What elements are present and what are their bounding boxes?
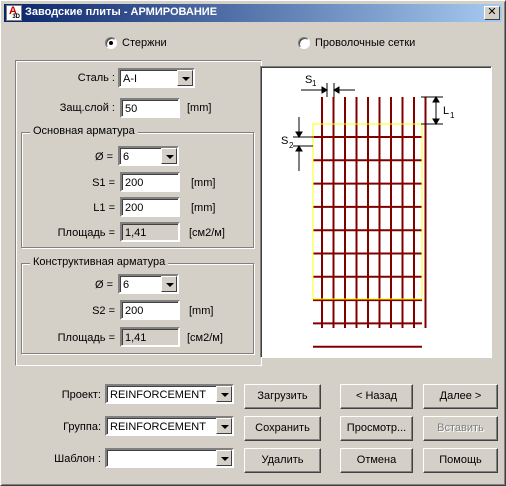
s1-unit: [mm] [191,177,216,189]
main-diameter-label: Ø = [94,151,113,163]
constr-area-label: Площадь = [57,332,115,344]
insert-button: Вставить [423,416,498,441]
steel-value: A-I [123,73,138,85]
rebar-bars [313,97,427,348]
app-icon: A 3D [6,5,22,21]
s2-dim-sub: 2 [289,141,294,150]
cover-unit: [mm] [187,102,212,114]
main-diameter-dropdown-icon[interactable] [161,148,177,164]
radio-selected-dot [109,41,113,45]
dialog-window: A 3D Заводские плиты - АРМИРОВАНИЕ ✕ Сте… [0,0,506,486]
constr-diameter-label: Ø = [94,279,113,291]
radio-wire-mesh[interactable] [298,37,310,49]
radio-bars-label[interactable]: Стержни [122,37,167,49]
steel-select[interactable]: A-I [118,68,195,88]
close-button[interactable]: ✕ [484,6,500,20]
l1-dimension [421,96,443,125]
steel-dropdown-icon[interactable] [177,70,193,86]
project-dropdown-icon[interactable] [216,386,232,402]
group-select[interactable]: REINFORCEMENT [105,416,234,436]
s2-label: S2 = [92,305,115,317]
main-area-label: Площадь = [57,227,115,239]
template-label: Шаблон : [54,453,101,465]
constr-area-unit: [см2/м] [187,332,223,344]
rebar-grid-diagram: S 1 S 2 L 1 [281,74,455,348]
l1-input[interactable]: 200 [120,197,180,217]
back-button[interactable]: < Назад [340,384,413,409]
load-button[interactable]: Загрузить [244,384,321,409]
main-area-value: 1,41 [120,222,180,242]
group-label: Группа: [63,421,101,433]
preview-button[interactable]: Просмотр... [340,416,413,441]
project-label: Проект: [61,389,101,401]
l1-dim-sub: 1 [450,111,455,120]
project-select[interactable]: REINFORCEMENT [105,384,234,404]
template-select[interactable] [105,448,234,468]
template-dropdown-icon[interactable] [216,450,232,466]
constr-area-value: 1,41 [120,327,180,347]
s2-dimension [293,117,313,171]
title-bar: A 3D Заводские плиты - АРМИРОВАНИЕ ✕ [4,4,502,22]
group-dropdown-icon[interactable] [216,418,232,434]
cover-label: Защ.слой : [59,102,115,114]
constr-diameter-value: 6 [123,279,130,291]
constr-diameter-select[interactable]: 6 [118,274,179,294]
main-reinforcement-title: Основная арматура [30,125,138,137]
window-title: Заводские плиты - АРМИРОВАНИЕ [25,6,218,18]
s1-dim-sub: 1 [312,79,317,88]
reinforcement-drawing: S 1 S 2 L 1 [260,66,492,358]
l1-unit: [mm] [191,202,216,214]
l1-dim-label: L [443,105,449,117]
s2-dim-label: S [281,135,288,147]
save-button[interactable]: Сохранить [244,416,321,441]
main-diameter-value: 6 [123,151,130,163]
l1-label: L1 = [93,202,115,214]
group-value: REINFORCEMENT [110,421,206,433]
main-area-unit: [см2/м] [189,227,225,239]
radio-bars[interactable] [105,37,117,49]
main-diameter-select[interactable]: 6 [118,146,179,166]
s1-input[interactable]: 200 [120,172,180,192]
next-button[interactable]: Далее > [423,384,498,409]
help-button[interactable]: Помощь [423,448,498,473]
steel-label: Сталь : [77,72,115,84]
cover-input[interactable]: 50 [120,98,180,118]
constructive-reinforcement-title: Конструктивная арматура [30,256,169,268]
s1-label: S1 = [92,177,115,189]
app-icon-sub: 3D [12,14,20,20]
radio-wire-mesh-label[interactable]: Проволочные сетки [315,37,415,49]
cancel-button[interactable]: Отмена [340,448,413,473]
s2-input[interactable]: 200 [120,300,180,320]
s2-unit: [mm] [189,305,214,317]
delete-button[interactable]: Удалить [244,448,321,473]
constr-diameter-dropdown-icon[interactable] [161,276,177,292]
project-value: REINFORCEMENT [110,389,206,401]
